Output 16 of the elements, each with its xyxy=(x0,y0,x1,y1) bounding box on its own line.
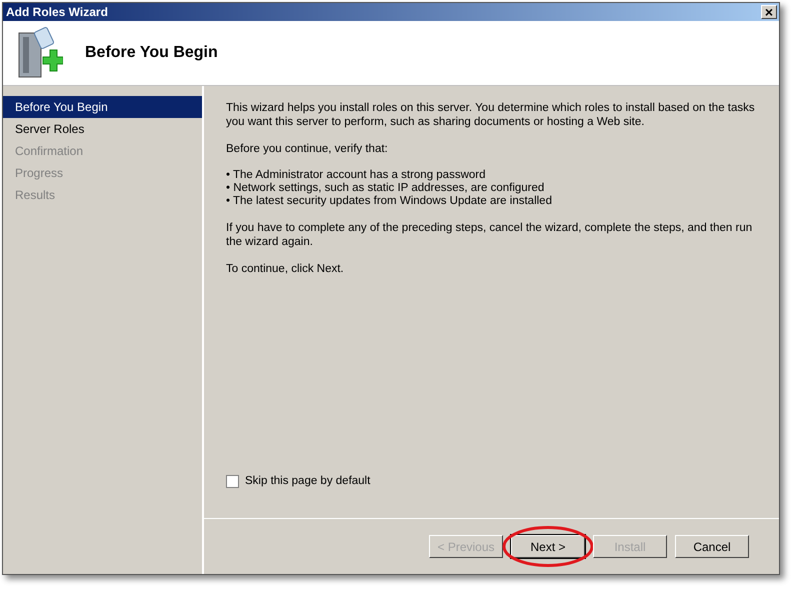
bullet-item: • The latest security updates from Windows Update are installed xyxy=(226,195,553,208)
bullet-item: • Network settings, such as static IP addresses, are configured xyxy=(226,182,546,195)
window-title: Add Roles Wizard xyxy=(6,4,108,21)
sidebar-item[interactable]: Server Roles xyxy=(3,118,202,140)
wizard-button[interactable]: Cancel xyxy=(675,535,749,558)
sidebar-item[interactable]: Before You Begin xyxy=(3,96,202,118)
checkbox-label[interactable]: Skip this page by default xyxy=(245,472,370,490)
verify-text: Before you continue, verify that: xyxy=(226,142,389,156)
wizard-button[interactable]: Next > xyxy=(511,535,585,558)
close-button[interactable]: × xyxy=(761,5,777,19)
bullet-item: • The Administrator account has a strong password xyxy=(226,169,487,182)
intro-paragraph: This wizard helps you install roles on this server. You determine which roles to install based on the tasks you want this server to perform, such as sharing documents or hosting a Web site. xyxy=(226,101,756,129)
note-paragraph: If you have to complete any of the preceding steps, cancel the wizard, complete the steps, and then run the wizard again. xyxy=(226,221,754,249)
continue-text: To continue, click Next. xyxy=(226,262,345,276)
page-title: Before You Begin xyxy=(85,43,218,63)
skip-checkbox[interactable] xyxy=(226,474,239,488)
